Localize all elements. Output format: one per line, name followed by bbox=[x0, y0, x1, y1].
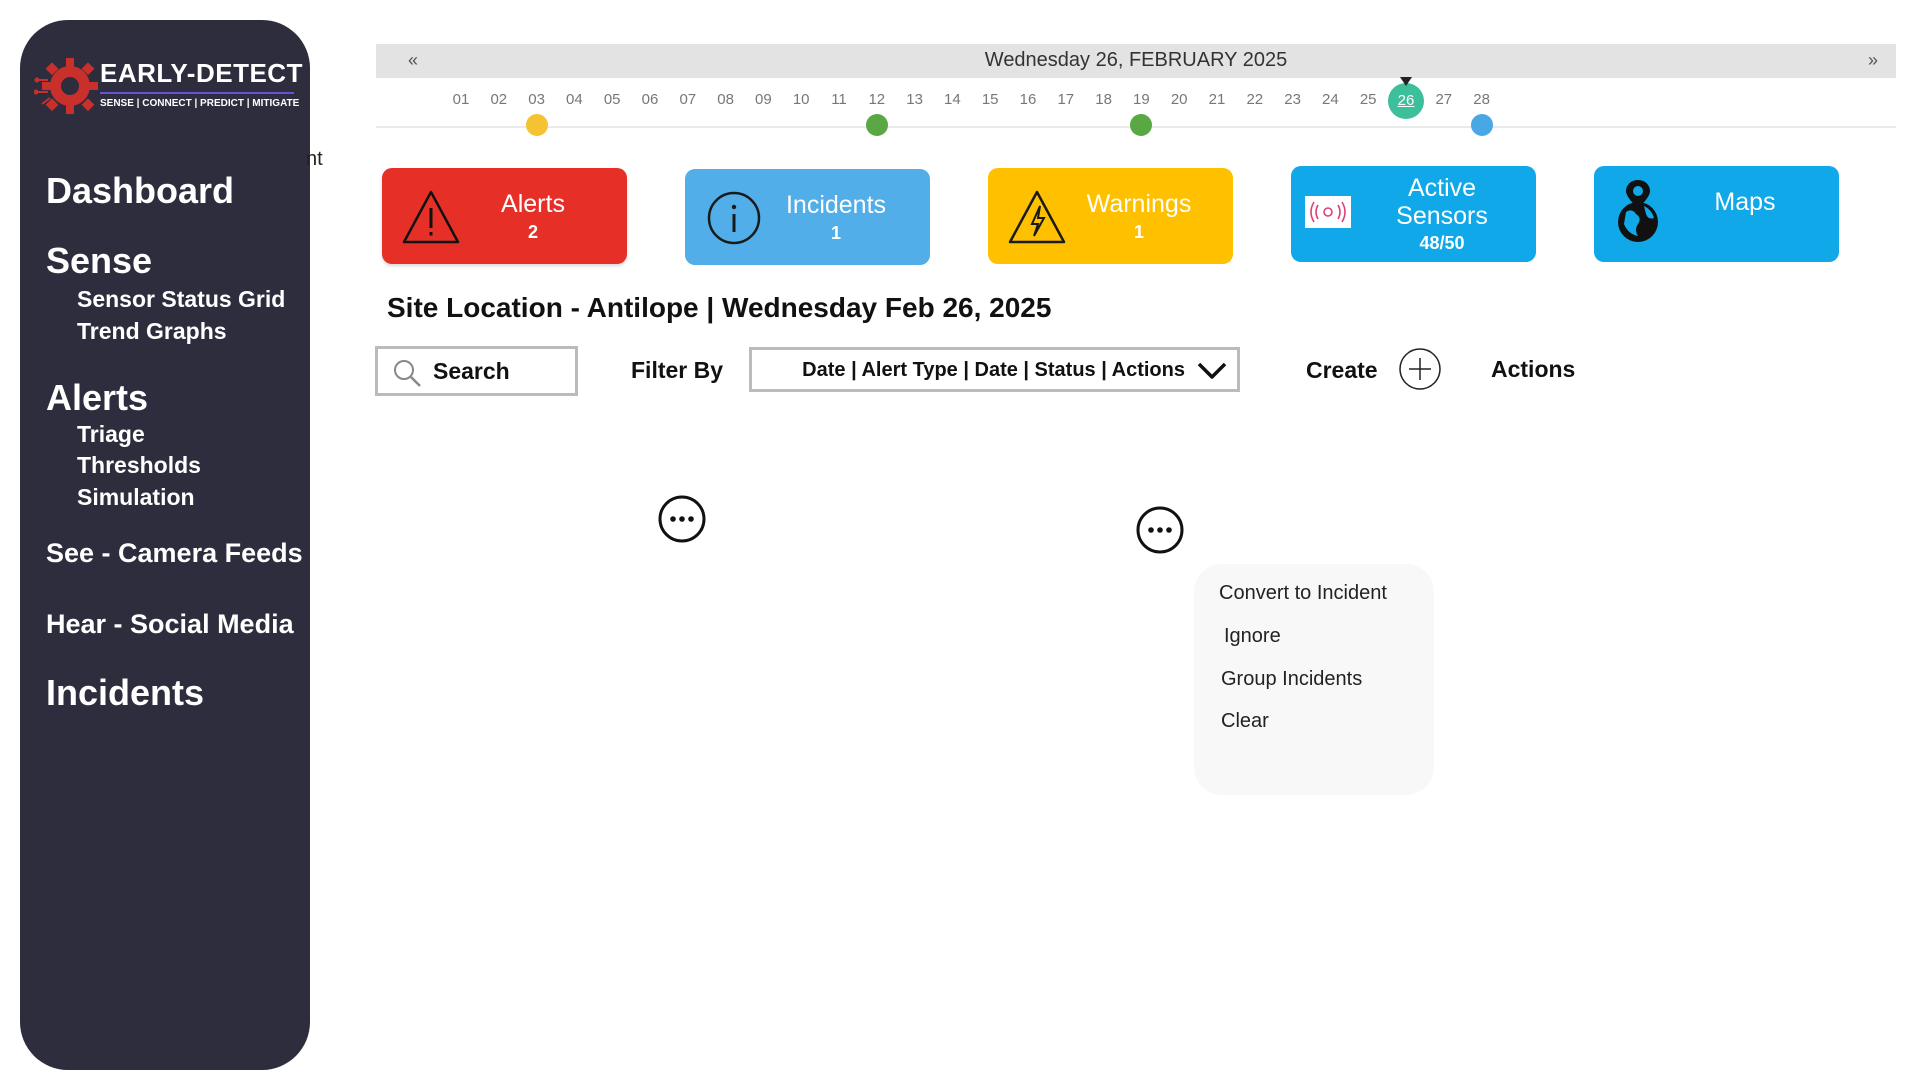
selected-day-pointer bbox=[1400, 77, 1412, 86]
date-strip-header: « Wednesday 26, FEBRUARY 2025 » bbox=[376, 44, 1896, 78]
day-14[interactable]: 14 bbox=[937, 91, 967, 108]
day-27[interactable]: 27 bbox=[1429, 91, 1459, 108]
sidebar: EARLY-DETECT SENSE | CONNECT | PREDICT |… bbox=[20, 20, 310, 1070]
nav-triage[interactable]: Triage bbox=[46, 421, 306, 448]
brand-name: EARLY-DETECT bbox=[100, 58, 303, 88]
day-21[interactable]: 21 bbox=[1202, 91, 1232, 108]
alerts-card[interactable]: Alerts 2 bbox=[382, 168, 627, 264]
sensor-signal-icon bbox=[1305, 196, 1351, 228]
warnings-card-label: Warnings bbox=[1086, 190, 1192, 218]
incidents-card-count: 1 bbox=[830, 223, 841, 243]
alerts-card-count: 2 bbox=[527, 222, 538, 242]
event-marker-day-28[interactable] bbox=[1470, 114, 1493, 136]
day-11[interactable]: 11 bbox=[824, 91, 854, 108]
nav-incidents[interactable]: Incidents bbox=[46, 672, 306, 714]
create-plus-icon[interactable] bbox=[1398, 347, 1442, 391]
search-input[interactable]: Search bbox=[375, 346, 578, 396]
event-marker-day-19[interactable] bbox=[1130, 114, 1153, 136]
menu-item-clear[interactable]: Clear bbox=[1221, 710, 1269, 733]
day-10[interactable]: 10 bbox=[786, 91, 816, 108]
day-08[interactable]: 08 bbox=[711, 91, 741, 108]
filter-by-label: Filter By bbox=[631, 357, 724, 383]
maps-card[interactable]: Maps bbox=[1594, 166, 1839, 262]
day-17[interactable]: 17 bbox=[1051, 91, 1081, 108]
nav-dashboard[interactable]: Dashboard bbox=[46, 170, 306, 212]
day-15[interactable]: 15 bbox=[975, 91, 1005, 108]
more-options-icon[interactable] bbox=[1135, 505, 1185, 555]
create-label: Create bbox=[1306, 357, 1378, 383]
warnings-card-count: 1 bbox=[1133, 222, 1144, 242]
sidebar-nav: Dashboard Sense Sensor Status Grid Trend… bbox=[46, 170, 306, 714]
date-strip-title: Wednesday 26, FEBRUARY 2025 bbox=[984, 49, 1288, 71]
day-18[interactable]: 18 bbox=[1089, 91, 1119, 108]
day-09[interactable]: 09 bbox=[748, 91, 778, 108]
day-03[interactable]: 03 bbox=[522, 91, 552, 108]
alerts-card-label: Alerts bbox=[501, 190, 565, 218]
page-title: Site Location - Antilope | Wednesday Feb… bbox=[387, 292, 1052, 323]
menu-item-ignore[interactable]: Ignore bbox=[1224, 625, 1281, 648]
nav-camera-feeds[interactable]: See - Camera Feeds bbox=[46, 538, 306, 569]
day-07[interactable]: 07 bbox=[673, 91, 703, 108]
day-05[interactable]: 05 bbox=[597, 91, 627, 108]
sensors-card-label-2: Sensors bbox=[1396, 202, 1488, 230]
day-28[interactable]: 28 bbox=[1467, 91, 1497, 108]
day-26[interactable]: 26 bbox=[1388, 83, 1424, 119]
day-22[interactable]: 22 bbox=[1240, 91, 1270, 108]
stray-text: nt bbox=[306, 148, 323, 170]
warnings-card[interactable]: Warnings 1 bbox=[988, 168, 1233, 264]
day-16[interactable]: 16 bbox=[1013, 91, 1043, 108]
filter-dropdown[interactable]: Date | Alert Type | Date | Status | Acti… bbox=[749, 347, 1240, 392]
sensors-card-label-1: Active bbox=[1407, 174, 1477, 202]
nav-thresholds[interactable]: Thresholds bbox=[46, 452, 306, 479]
nav-sensor-status-grid[interactable]: Sensor Status Grid bbox=[46, 286, 306, 313]
filter-dropdown-value: Date | Alert Type | Date | Status | Acti… bbox=[802, 359, 1185, 381]
day-25[interactable]: 25 bbox=[1353, 91, 1383, 108]
day-13[interactable]: 13 bbox=[900, 91, 930, 108]
nav-simulation[interactable]: Simulation bbox=[46, 484, 306, 511]
nav-trend-graphs[interactable]: Trend Graphs bbox=[46, 318, 306, 345]
search-icon bbox=[394, 360, 421, 387]
nav-sense[interactable]: Sense bbox=[46, 240, 306, 282]
event-marker-day-03[interactable] bbox=[525, 114, 548, 136]
day-04[interactable]: 04 bbox=[559, 91, 589, 108]
incidents-card[interactable]: Incidents 1 bbox=[685, 169, 930, 265]
day-20[interactable]: 20 bbox=[1164, 91, 1194, 108]
brand-divider bbox=[100, 92, 294, 94]
date-strip: « Wednesday 26, FEBRUARY 2025 » 01 02 03 04… bbox=[376, 44, 1896, 136]
day-19[interactable]: 19 bbox=[1126, 91, 1156, 108]
day-01[interactable]: 01 bbox=[446, 91, 476, 108]
day-23[interactable]: 23 bbox=[1278, 91, 1308, 108]
day-row: 01 02 03 04 05 06 07 08 09 10 11 12 13 14 15 16 17 18 19 20… bbox=[376, 77, 1896, 136]
day-24[interactable]: 24 bbox=[1315, 91, 1345, 108]
next-month-button[interactable]: » bbox=[1868, 50, 1878, 71]
incidents-card-label: Incidents bbox=[785, 191, 887, 219]
gear-logo-icon bbox=[34, 58, 98, 114]
sensors-card-count: 48/50 bbox=[1419, 233, 1465, 253]
active-sensors-card[interactable]: Active Sensors 48/50 bbox=[1291, 166, 1536, 262]
chevron-down-icon bbox=[1197, 362, 1227, 379]
logo: EARLY-DETECT SENSE | CONNECT | PREDICT |… bbox=[34, 50, 304, 130]
more-options-icon[interactable] bbox=[657, 494, 707, 544]
day-12[interactable]: 12 bbox=[862, 91, 892, 108]
nav-alerts[interactable]: Alerts bbox=[46, 377, 306, 419]
event-marker-day-12[interactable] bbox=[865, 114, 888, 136]
brand-tagline: SENSE | CONNECT | PREDICT | MITIGATE bbox=[100, 98, 300, 109]
maps-card-label: Maps bbox=[1714, 188, 1776, 216]
actions-context-menu: Convert to Incident Ignore Group Inciden… bbox=[1194, 564, 1434, 795]
menu-item-convert-to-incident[interactable]: Convert to Incident bbox=[1219, 582, 1387, 605]
menu-item-group-incidents[interactable]: Group Incidents bbox=[1221, 668, 1362, 691]
nav-social-media[interactable]: Hear - Social Media bbox=[46, 609, 306, 640]
actions-label[interactable]: Actions bbox=[1491, 356, 1575, 383]
day-06[interactable]: 06 bbox=[635, 91, 665, 108]
search-placeholder: Search bbox=[433, 358, 510, 384]
day-02[interactable]: 02 bbox=[484, 91, 514, 108]
